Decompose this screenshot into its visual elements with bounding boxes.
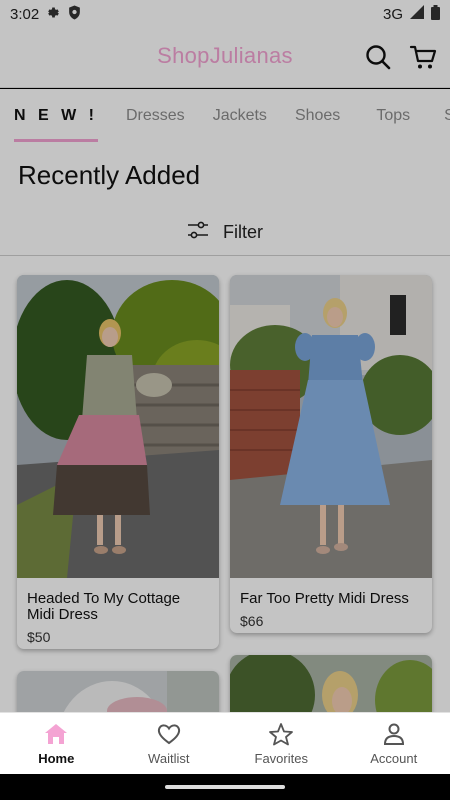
product-price: $66	[240, 613, 264, 629]
page-title: Recently Added	[18, 160, 201, 190]
system-navigation-bar	[0, 774, 450, 800]
product-meta: Headed To My Cottage Midi Dress $50	[17, 583, 219, 649]
product-meta: Far Too Pretty Midi Dress $66	[230, 583, 432, 633]
product-image	[17, 671, 219, 712]
product-title: Headed To My Cottage Midi Dress	[27, 590, 181, 623]
status-bar: 3:02 3G	[0, 0, 450, 28]
status-right: 3G	[382, 4, 440, 24]
nav-waitlist[interactable]: Waitlist	[113, 713, 226, 774]
status-left: 3:02	[10, 5, 81, 24]
network-label: 3G	[382, 5, 403, 23]
tab-jackets[interactable]: Jackets	[199, 89, 281, 142]
home-icon	[43, 722, 69, 749]
nav-account[interactable]: Account	[338, 713, 450, 774]
product-price: $50	[27, 629, 51, 645]
bottom-navigation: Home Waitlist Favorites Account	[0, 712, 450, 774]
nav-home-label: Home	[38, 750, 75, 766]
nav-home[interactable]: Home	[0, 713, 113, 774]
filter-label: Filter	[223, 222, 263, 242]
gear-icon	[46, 5, 61, 24]
product-image	[230, 275, 432, 578]
product-feed[interactable]: Recently Added Filter Headed To My Cotta…	[0, 142, 450, 712]
account-icon	[381, 722, 407, 749]
product-title: Far Too Pretty Midi Dress	[240, 590, 409, 607]
shield-icon	[68, 5, 81, 24]
product-image	[230, 655, 432, 712]
tab-new[interactable]: N E W !	[0, 89, 112, 142]
heart-icon	[156, 722, 182, 749]
category-tabs: N E W ! Dresses Jackets Shoes Tops S	[0, 89, 450, 142]
nav-account-label: Account	[370, 750, 418, 766]
star-icon	[268, 722, 294, 749]
tab-shoes[interactable]: Shoes	[281, 89, 354, 142]
status-time: 3:02	[10, 5, 40, 23]
product-image	[17, 275, 219, 578]
nav-waitlist-label: Waitlist	[148, 750, 190, 766]
signal-icon	[410, 5, 424, 23]
filter-button[interactable]: Filter	[0, 210, 450, 256]
product-card[interactable]	[230, 655, 432, 712]
cart-icon[interactable]	[408, 42, 438, 72]
product-card[interactable]: Headed To My Cottage Midi Dress $50	[17, 275, 219, 649]
search-icon[interactable]	[363, 42, 393, 72]
tab-dresses[interactable]: Dresses	[112, 89, 199, 142]
app-bar: ShopJulianas	[0, 28, 450, 88]
battery-icon	[431, 4, 440, 24]
home-gesture-handle[interactable]	[165, 785, 285, 789]
tab-tops[interactable]: Tops	[354, 89, 424, 142]
nav-favorites-label: Favorites	[254, 750, 308, 766]
filter-sliders-icon	[187, 221, 209, 244]
nav-favorites[interactable]: Favorites	[225, 713, 338, 774]
product-card[interactable]: Far Too Pretty Midi Dress $66	[230, 275, 432, 633]
product-card[interactable]	[17, 671, 219, 712]
tab-next-partial[interactable]: S	[424, 89, 450, 142]
